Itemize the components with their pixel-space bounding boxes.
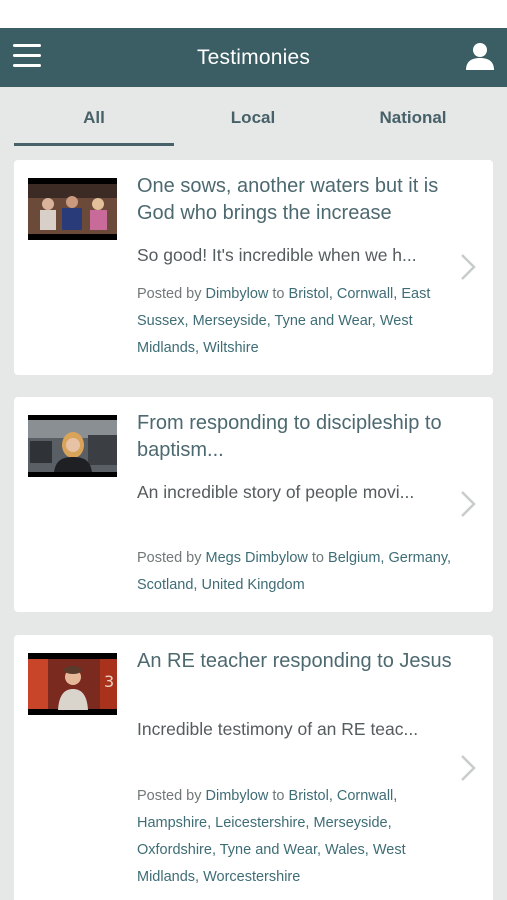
card-meta: Posted by Megs Dimbylow to Belgium, Germ… [137,545,457,599]
user-profile-icon[interactable] [465,41,495,71]
to-label: to [272,286,285,302]
tab-national[interactable]: National [333,87,493,149]
svg-text:3: 3 [104,672,114,691]
chevron-right-icon [461,755,476,781]
card-title: One sows, another waters but it is God w… [137,175,439,224]
tab-local[interactable]: Local [173,87,333,149]
posted-by-label: Posted by [137,550,202,566]
author-link[interactable]: Dimbylow [206,286,269,302]
author-link[interactable]: Dimbylow [206,788,269,804]
selected-tab-indicator [14,143,174,146]
page-title: Testimonies [196,46,311,69]
posted-by-label: Posted by [137,286,202,302]
video-thumbnail [28,415,117,477]
card-title: An RE teacher responding to Jesus [137,650,452,672]
card-excerpt: So good! It's incredible when we h... [137,245,417,265]
card-excerpt: Incredible testimony of an RE teac... [137,719,419,739]
card-meta: Posted by Dimbylow to Bristol, Cornwall,… [137,281,457,362]
app-header: Testimonies [0,28,507,87]
testimony-card[interactable]: 3 An RE teacher responding to Jesus Incr… [14,635,493,900]
status-bar [0,0,507,28]
chevron-right-icon [461,491,476,517]
tab-bar: All Local National [0,87,507,149]
author-link[interactable]: Megs Dimbylow [206,550,308,566]
card-excerpt: An incredible story of people movi... [137,482,415,502]
testimony-card[interactable]: One sows, another waters but it is God w… [14,160,493,375]
posted-by-label: Posted by [137,788,202,804]
video-thumbnail [28,178,117,240]
card-meta: Posted by Dimbylow to Bristol, Cornwall,… [137,783,457,891]
to-label: to [272,788,285,804]
testimony-card[interactable]: From responding to discipleship to bapti… [14,397,493,612]
tab-all[interactable]: All [14,87,174,149]
to-label: to [311,550,324,566]
chevron-right-icon [461,254,476,280]
card-title: From responding to discipleship to bapti… [137,412,442,461]
video-thumbnail: 3 [28,653,117,715]
